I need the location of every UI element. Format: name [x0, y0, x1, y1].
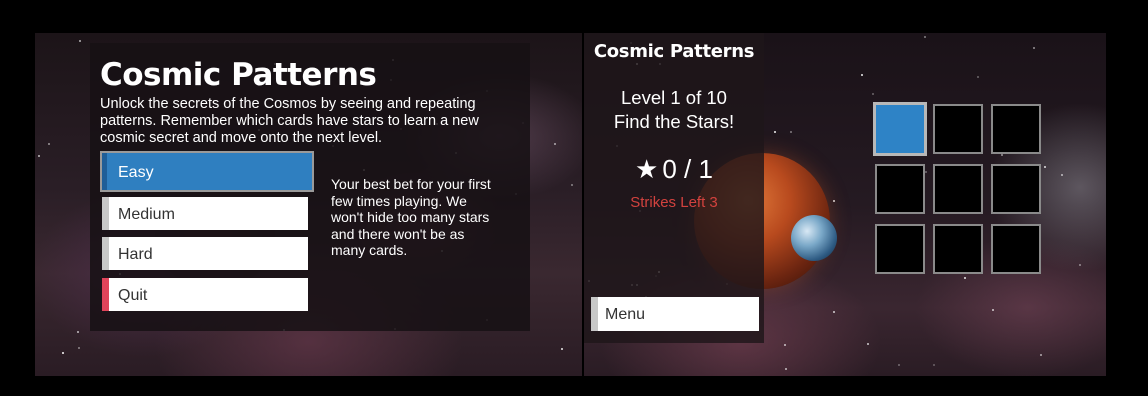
background-star — [790, 131, 792, 133]
background-star — [77, 331, 79, 333]
background-star — [78, 347, 80, 349]
blue-planet — [791, 215, 837, 261]
quit-button-label: Quit — [118, 287, 148, 304]
background-star — [79, 40, 81, 42]
background-star — [774, 131, 776, 133]
quit-button[interactable]: Quit — [102, 278, 308, 311]
level-goal: Find the Stars! — [613, 111, 735, 132]
easy-button[interactable]: Easy — [100, 151, 314, 192]
memory-card[interactable] — [991, 104, 1041, 154]
menu-button[interactable]: Menu — [591, 297, 759, 331]
background-star — [784, 344, 786, 346]
background-star — [48, 143, 50, 145]
background-star — [62, 352, 64, 354]
background-star — [833, 200, 835, 202]
game-screen: Cosmic Patterns Level 1 of 10 Find the S… — [584, 33, 1106, 376]
memory-card[interactable] — [875, 224, 925, 274]
background-star — [872, 93, 874, 95]
easy-button-label: Easy — [118, 164, 154, 181]
background-star — [861, 74, 863, 76]
hud-title: Cosmic Patterns — [593, 41, 755, 62]
memory-card[interactable] — [933, 224, 983, 274]
background-star — [554, 143, 556, 145]
background-star — [1061, 174, 1063, 176]
game-description: Unlock the secrets of the Cosmos by seei… — [100, 96, 479, 146]
background-star — [898, 364, 900, 366]
menu-screen: Cosmic Patterns Unlock the secrets of th… — [35, 33, 582, 376]
background-star — [933, 364, 935, 366]
memory-card[interactable] — [991, 224, 1041, 274]
hud-panel: Cosmic Patterns Level 1 of 10 Find the S… — [584, 33, 764, 343]
score-value: 0 / 1 — [662, 154, 713, 184]
medium-button-label: Medium — [118, 206, 175, 223]
button-marker — [102, 237, 109, 270]
memory-card[interactable] — [991, 164, 1041, 214]
memory-card[interactable] — [875, 164, 925, 214]
background-star — [1033, 47, 1035, 49]
background-star — [1044, 166, 1046, 168]
level-indicator: Level 1 of 10 — [621, 87, 727, 108]
background-star — [571, 184, 573, 186]
background-star — [867, 343, 869, 345]
background-star — [964, 277, 966, 279]
button-marker — [591, 297, 598, 331]
medium-button[interactable]: Medium — [102, 197, 308, 230]
game-title: Cosmic Patterns — [100, 57, 377, 93]
background-star — [1040, 354, 1042, 356]
memory-card[interactable] — [933, 104, 983, 154]
background-star — [785, 368, 787, 370]
menu-panel: Cosmic Patterns Unlock the secrets of th… — [90, 43, 530, 331]
background-star — [1079, 264, 1081, 266]
background-star — [833, 311, 835, 313]
star-icon: ★ — [635, 154, 659, 184]
memory-card[interactable] — [873, 102, 927, 156]
background-star — [924, 36, 926, 38]
card-grid — [873, 102, 1041, 274]
memory-card[interactable] — [933, 164, 983, 214]
menu-button-label: Menu — [605, 306, 646, 323]
star-score: ★ 0 / 1 — [584, 154, 764, 185]
background-star — [38, 155, 40, 157]
button-marker — [102, 153, 107, 190]
background-star — [977, 76, 979, 78]
button-marker — [102, 278, 109, 311]
background-star — [561, 348, 563, 350]
background-star — [992, 309, 994, 311]
button-marker — [102, 197, 109, 230]
strikes-left: Strikes Left 3 — [630, 194, 718, 211]
hard-button[interactable]: Hard — [102, 237, 308, 270]
hard-button-label: Hard — [118, 246, 153, 263]
difficulty-description: Your best bet for your first few times p… — [331, 176, 491, 258]
